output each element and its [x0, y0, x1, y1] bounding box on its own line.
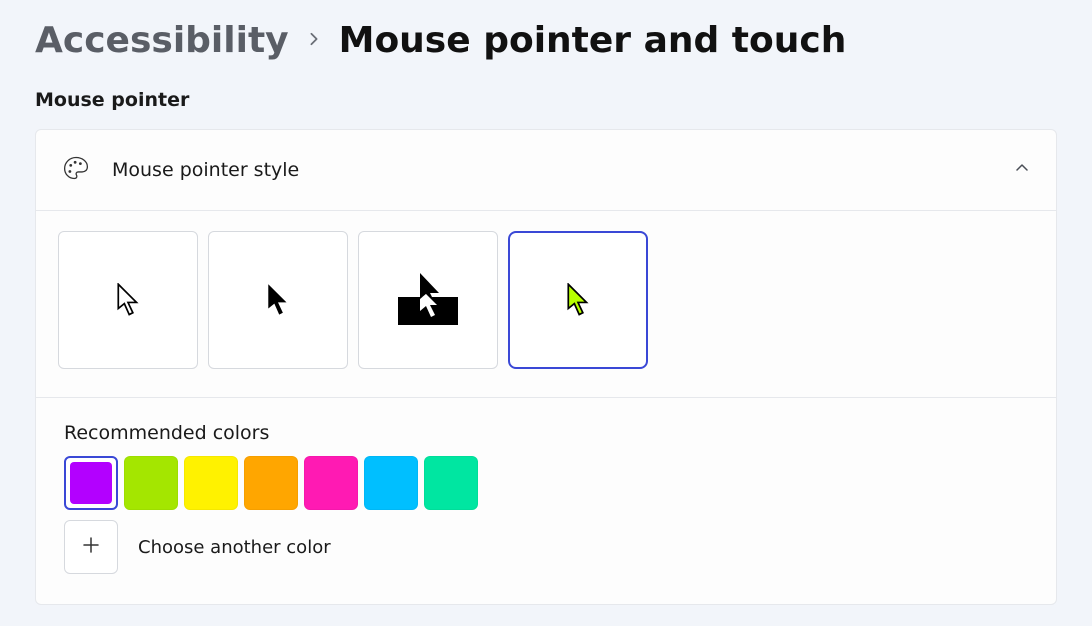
pointer-style-white[interactable]: [58, 231, 198, 369]
pointer-style-inverted[interactable]: [358, 231, 498, 369]
recommended-colors-section: Recommended colors Choose another: [36, 398, 1056, 604]
color-swatch-orange[interactable]: [244, 456, 298, 510]
color-swatch-purple[interactable]: [64, 456, 118, 510]
breadcrumb-root[interactable]: Accessibility: [35, 20, 289, 61]
pointer-style-options: [36, 211, 1056, 398]
choose-another-color-label: Choose another color: [138, 537, 331, 558]
color-swatch-yellow[interactable]: [184, 456, 238, 510]
color-swatch-teal[interactable]: [424, 456, 478, 510]
plus-icon: [81, 535, 101, 559]
mouse-pointer-style-card: Mouse pointer style: [35, 129, 1057, 605]
color-swatch-magenta[interactable]: [304, 456, 358, 510]
recommended-color-swatches: [64, 456, 1028, 510]
chevron-up-icon: [1014, 160, 1030, 180]
section-title: Mouse pointer: [35, 89, 1057, 111]
pointer-style-black[interactable]: [208, 231, 348, 369]
choose-another-color-button[interactable]: [64, 520, 118, 574]
color-swatch-cyan[interactable]: [364, 456, 418, 510]
pointer-style-custom[interactable]: [508, 231, 648, 369]
page-title: Mouse pointer and touch: [339, 20, 847, 61]
chevron-right-icon: [307, 31, 321, 50]
color-swatch-lime[interactable]: [124, 456, 178, 510]
palette-icon: [62, 154, 90, 186]
card-title: Mouse pointer style: [112, 159, 992, 181]
mouse-pointer-style-header[interactable]: Mouse pointer style: [36, 130, 1056, 211]
recommended-colors-label: Recommended colors: [64, 422, 1028, 444]
breadcrumb: Accessibility Mouse pointer and touch: [35, 20, 1057, 61]
